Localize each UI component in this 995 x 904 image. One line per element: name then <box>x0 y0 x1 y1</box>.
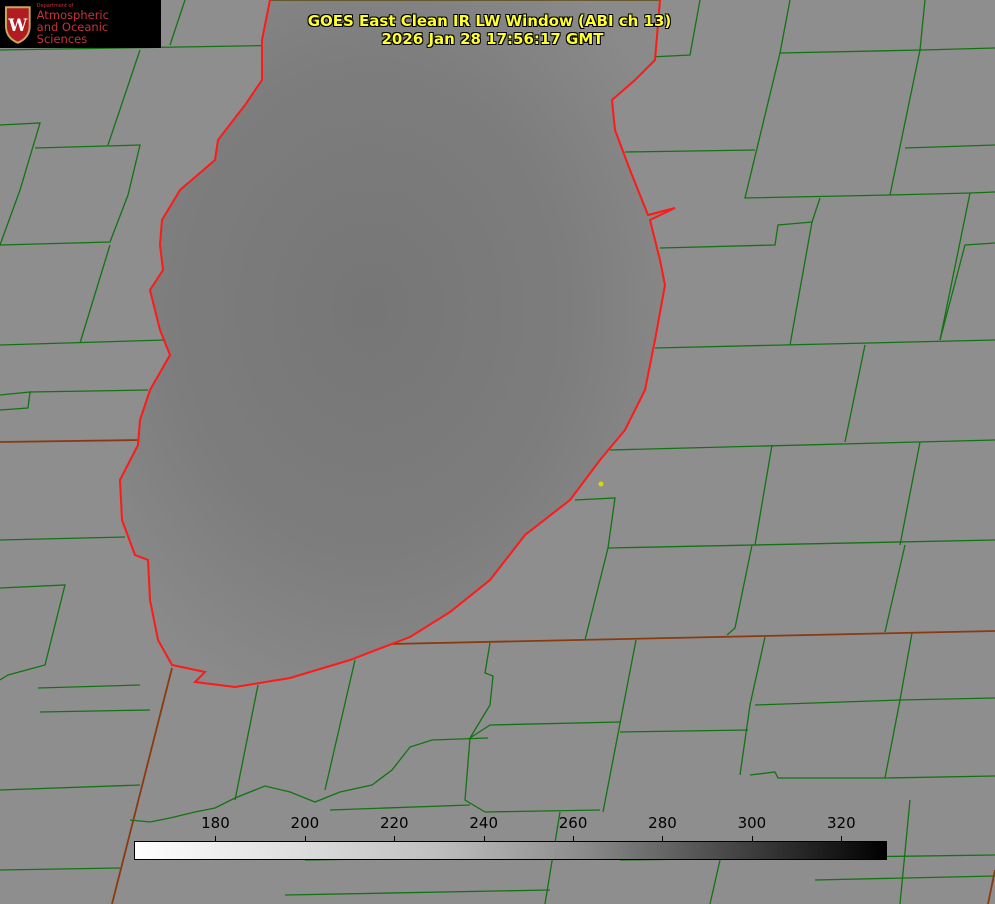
satellite-map <box>0 0 995 904</box>
colorbar-tick-mark <box>215 836 217 841</box>
colorbar-tick-mark <box>751 836 753 841</box>
colorbar-tick-label: 200 <box>290 814 320 832</box>
colorbar-tick-label: 300 <box>737 814 767 832</box>
colorbar-tick-mark <box>573 836 575 841</box>
colorbar-tick-label: 180 <box>201 814 230 832</box>
satellite-image-viewer: W Department of Atmospheric and Oceanic … <box>0 0 995 904</box>
colorbar-tick-label: 240 <box>469 814 498 832</box>
colorbar-tick-mark <box>662 836 664 841</box>
colorbar-tick-mark <box>304 836 306 841</box>
image-title: GOES East Clean IR LW Window (ABI ch 13) <box>307 12 672 30</box>
colorbar-tick-mark <box>841 836 843 841</box>
colorbar <box>134 841 887 860</box>
colorbar-tick-label: 280 <box>648 814 677 832</box>
image-timestamp: 2026 Jan 28 17:56:17 GMT <box>381 30 604 48</box>
colorbar-tick-label: 260 <box>558 814 588 832</box>
colorbar-tick-label: 320 <box>826 814 856 832</box>
colorbar-tick-mark <box>483 836 485 841</box>
location-marker <box>598 481 604 487</box>
colorbar-tick-label: 220 <box>379 814 409 832</box>
colorbar-tick-mark <box>394 836 396 841</box>
